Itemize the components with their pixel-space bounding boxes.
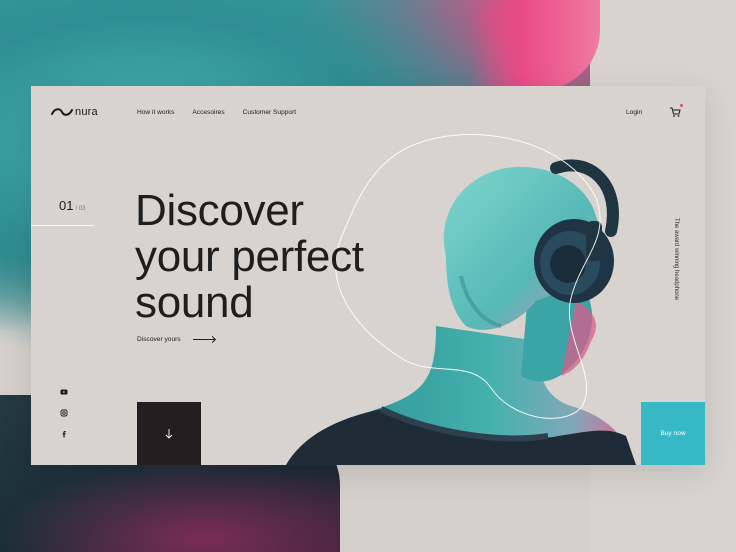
headline-line-2: your perfect bbox=[135, 232, 364, 281]
scroll-down-button[interactable] bbox=[137, 402, 201, 465]
arrow-right-icon bbox=[192, 339, 215, 340]
cart-badge-dot bbox=[680, 104, 683, 107]
login-link[interactable]: Login bbox=[626, 109, 642, 116]
main-nav: How it works Accesoires Customer Support bbox=[137, 109, 296, 116]
brand-logo[interactable]: nura bbox=[51, 106, 98, 118]
facebook-icon[interactable] bbox=[60, 430, 68, 438]
nav-item-customer-support[interactable]: Customer Support bbox=[243, 109, 297, 116]
discover-yours-link[interactable]: Discover yours bbox=[137, 336, 215, 343]
landing-card: nura How it works Accesoires Customer Su… bbox=[31, 86, 705, 465]
headline-line-1: Discover bbox=[135, 186, 304, 235]
slide-current: 01 bbox=[59, 198, 74, 213]
instagram-icon[interactable] bbox=[60, 409, 68, 417]
slide-total: / 03 bbox=[75, 206, 86, 212]
nav-item-accessories[interactable]: Accesoires bbox=[192, 109, 224, 116]
arrow-down-icon bbox=[165, 428, 173, 439]
award-tagline: The award winning headphone bbox=[673, 218, 679, 301]
cart-icon[interactable] bbox=[669, 106, 681, 118]
logo-wave-icon bbox=[51, 108, 73, 116]
nav-item-how-it-works[interactable]: How it works bbox=[137, 109, 174, 116]
buy-now-button[interactable]: Buy now bbox=[641, 402, 705, 465]
counter-divider bbox=[31, 225, 94, 226]
headline-line-3: sound bbox=[135, 278, 254, 327]
slide-counter: 01/ 03 bbox=[59, 198, 85, 213]
hero-headline: Discover your perfect sound bbox=[135, 188, 395, 326]
youtube-icon[interactable] bbox=[60, 388, 68, 396]
brand-name: nura bbox=[75, 106, 98, 118]
discover-yours-label: Discover yours bbox=[137, 336, 181, 343]
